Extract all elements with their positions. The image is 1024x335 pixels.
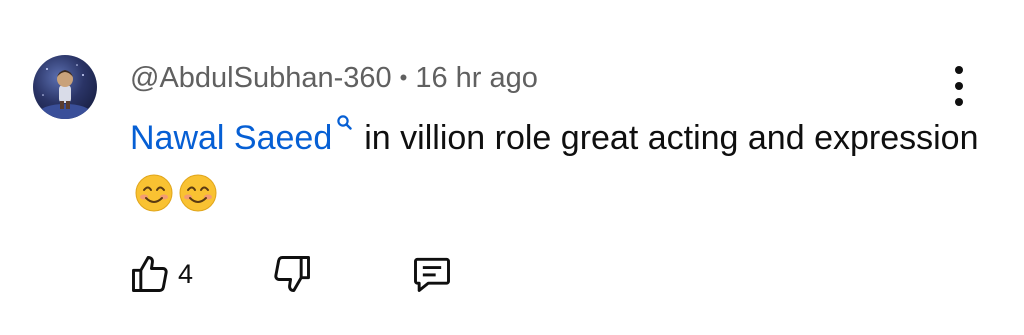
avatar[interactable] bbox=[33, 55, 97, 119]
comment-actions: 4 bbox=[128, 250, 488, 298]
meta-separator: • bbox=[399, 65, 408, 90]
more-options-button[interactable] bbox=[945, 66, 973, 106]
thumbs-down-icon bbox=[274, 256, 310, 292]
smiling-face-emoji bbox=[135, 174, 173, 212]
search-icon bbox=[337, 115, 352, 130]
mention-name[interactable]: Nawal Saeed bbox=[130, 119, 332, 157]
thumbs-up-icon bbox=[132, 256, 168, 292]
comment-meta: @AbdulSubhan-360 • 16 hr ago bbox=[130, 58, 538, 98]
reply-button[interactable] bbox=[410, 250, 454, 298]
comment-body: in villion role great acting and express… bbox=[364, 119, 979, 157]
reply-comment-icon bbox=[414, 257, 450, 292]
like-button[interactable]: 4 bbox=[128, 250, 193, 298]
dislike-button[interactable] bbox=[270, 250, 314, 298]
avatar-image bbox=[39, 64, 91, 119]
comment-text: Nawal Saeed in villion role great acting … bbox=[130, 110, 990, 222]
author-name[interactable]: @AbdulSubhan-360 bbox=[130, 62, 392, 95]
comment-time[interactable]: 16 hr ago bbox=[415, 62, 538, 95]
mention-link[interactable]: Nawal Saeed bbox=[130, 115, 364, 157]
more-vertical-icon bbox=[955, 66, 963, 74]
like-count: 4 bbox=[178, 258, 194, 289]
smiling-face-emoji bbox=[179, 174, 217, 212]
comment-item: @AbdulSubhan-360 • 16 hr ago Nawal Saeed… bbox=[0, 0, 1024, 335]
